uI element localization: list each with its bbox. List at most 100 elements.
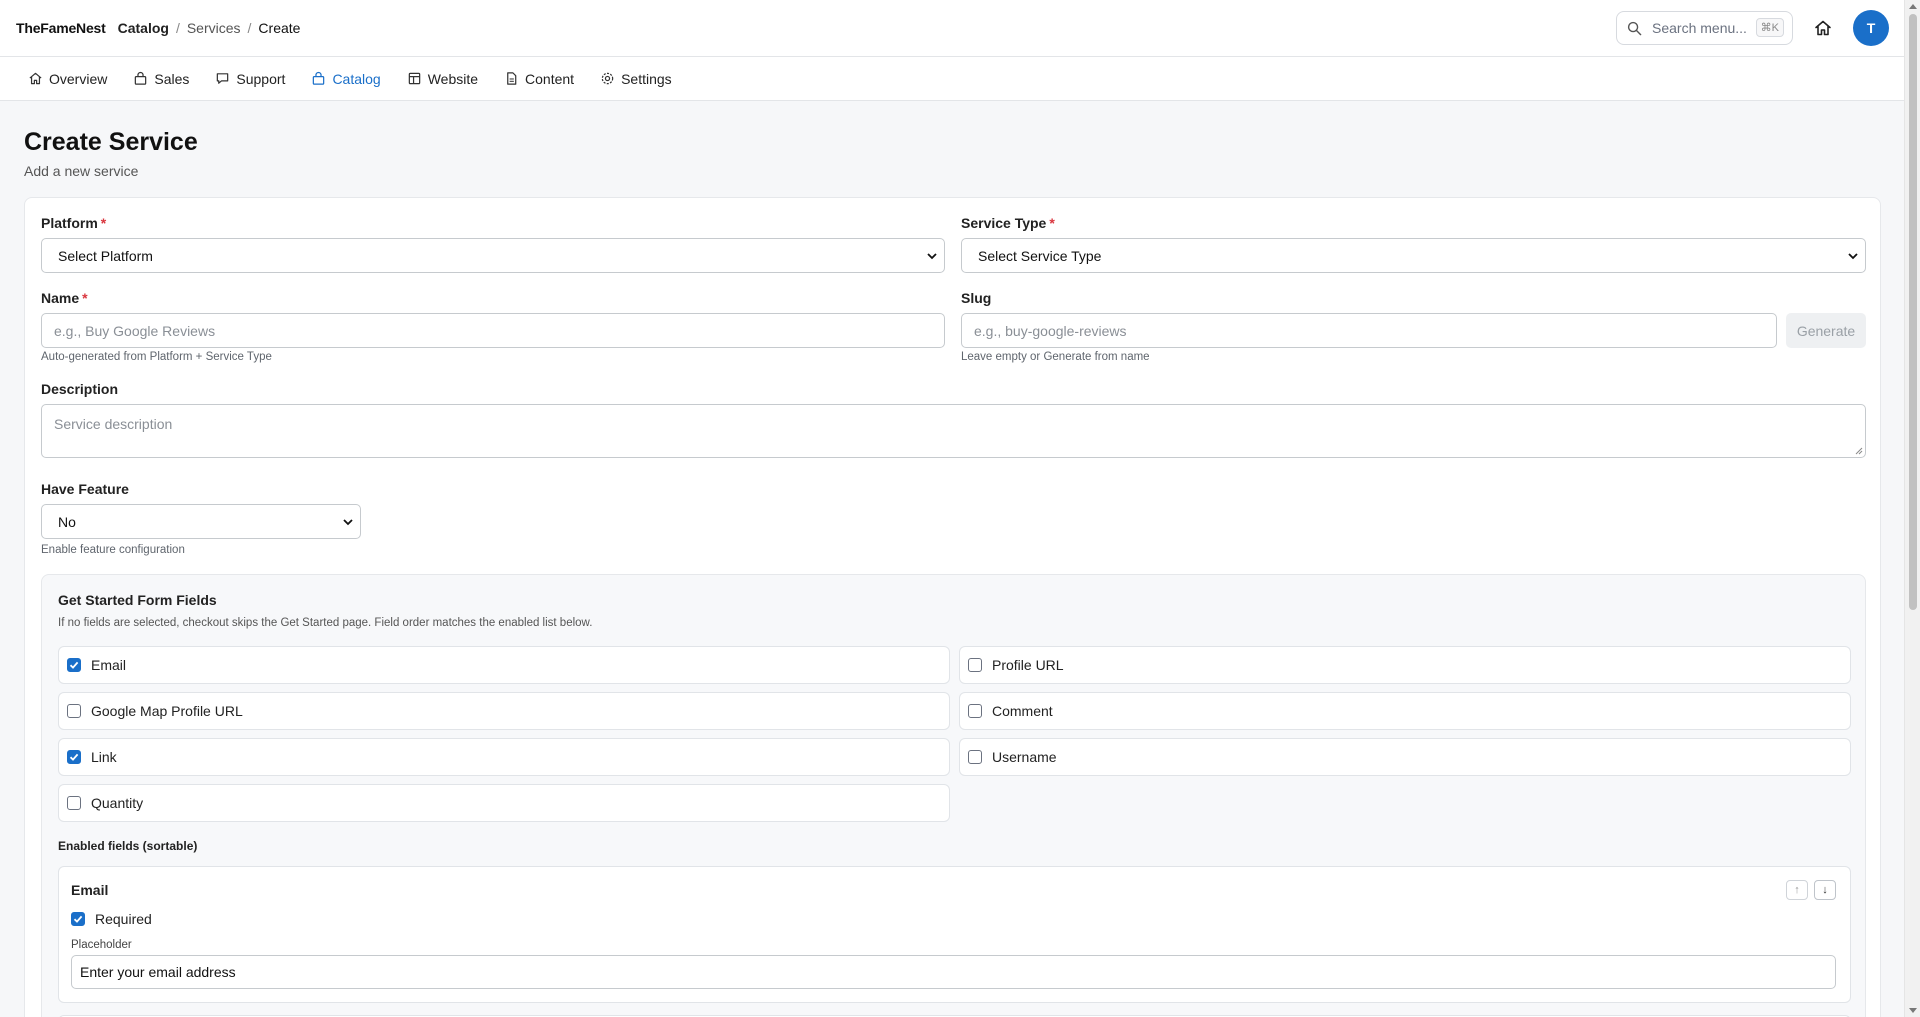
move-up-button[interactable]: ↑ [1786, 880, 1808, 900]
page-subtitle: Add a new service [24, 163, 139, 179]
tab-catalog[interactable]: Catalog [311, 57, 381, 101]
checkbox-unchecked[interactable] [67, 704, 81, 718]
tab-overview[interactable]: Overview [28, 57, 107, 101]
breadcrumb-separator: / [175, 20, 180, 36]
breadcrumb-services[interactable]: Services [187, 20, 241, 36]
option-label: Profile URL [992, 657, 1064, 673]
bag-icon [135, 71, 147, 85]
brand-name[interactable]: TheFameNest [16, 20, 106, 36]
platform-label: Platform * [41, 215, 107, 231]
option-label: Username [992, 749, 1057, 765]
breadcrumb-separator: / [247, 20, 252, 36]
required-checkbox-row[interactable]: Required [71, 911, 152, 927]
enabled-field-title: Email [71, 882, 109, 898]
service-type-select-value: Select Service Type [978, 247, 1102, 264]
description-placeholder: Service description [54, 416, 173, 432]
chevron-down-icon [1848, 253, 1858, 260]
move-down-button[interactable]: ↓ [1814, 880, 1836, 900]
scroll-up-arrow-icon[interactable] [1909, 4, 1917, 9]
checkbox-unchecked[interactable] [968, 750, 982, 764]
option-label: Link [91, 749, 117, 765]
tab-label: Website [427, 70, 479, 87]
document-icon [507, 72, 517, 85]
tab-label: Content [525, 70, 575, 87]
tab-sales[interactable]: Sales [133, 57, 189, 101]
tab-content[interactable]: Content [504, 57, 574, 101]
platform-select[interactable]: Select Platform [41, 238, 945, 273]
generate-slug-button[interactable]: Generate [1786, 313, 1866, 348]
top-bar: TheFameNest Catalog / Services / Create … [0, 0, 1904, 57]
required-label: Required [95, 911, 152, 927]
check-icon [69, 661, 79, 669]
tab-label: Settings [621, 70, 672, 87]
service-type-label: Service Type * [961, 215, 1055, 231]
section-description: If no fields are selected, checkout skip… [58, 617, 593, 629]
option-label: Comment [992, 703, 1053, 719]
chevron-down-icon [343, 519, 353, 526]
name-help-text: Auto-generated from Platform + Service T… [41, 351, 272, 363]
field-option-quantity[interactable]: Quantity [58, 784, 950, 822]
home-button[interactable] [1811, 16, 1835, 40]
option-label: Google Map Profile URL [91, 703, 243, 719]
option-label: Quantity [91, 795, 144, 811]
breadcrumb-catalog[interactable]: Catalog [118, 20, 169, 36]
chevron-down-icon [927, 253, 937, 260]
required-mark: * [100, 215, 107, 231]
tab-label: Sales [154, 70, 190, 87]
have-feature-select[interactable]: No [41, 504, 361, 539]
slug-placeholder: e.g., buy-google-reviews [974, 322, 1127, 339]
bag-icon [313, 71, 325, 85]
slug-label: Slug [961, 290, 992, 306]
placeholder-label: Placeholder [71, 939, 132, 951]
service-type-select[interactable]: Select Service Type [961, 238, 1866, 273]
breadcrumb-create: Create [258, 20, 301, 36]
checkbox-checked[interactable] [67, 750, 81, 764]
resize-handle-icon[interactable] [1855, 447, 1863, 455]
field-option-comment[interactable]: Comment [959, 692, 1851, 730]
service-form-card: Platform * Select Platform Service Type * … [24, 197, 1881, 1017]
tab-support[interactable]: Support [215, 57, 285, 101]
name-input[interactable]: e.g., Buy Google Reviews [41, 313, 945, 348]
description-textarea[interactable]: Service description [41, 404, 1866, 458]
scroll-down-arrow-icon[interactable] [1909, 1008, 1917, 1013]
required-mark: * [1049, 215, 1055, 231]
slug-input[interactable]: e.g., buy-google-reviews [961, 313, 1777, 348]
chat-icon [217, 73, 229, 84]
search-menu-input[interactable]: Search menu... ⌘K [1616, 11, 1793, 45]
field-option-profile-url[interactable]: Profile URL [959, 646, 1851, 684]
field-option-link[interactable]: Link [58, 738, 950, 776]
main-nav: Overview Sales Support Catalog Website C… [0, 57, 1904, 101]
placeholder-input[interactable]: Enter your email address [71, 955, 1836, 989]
required-mark: * [82, 290, 88, 306]
breadcrumb: Catalog / Services / Create [118, 20, 301, 36]
field-option-google-map-profile-url[interactable]: Google Map Profile URL [58, 692, 950, 730]
checkbox-unchecked[interactable] [968, 704, 982, 718]
tab-label: Overview [49, 70, 108, 87]
tab-label: Support [236, 70, 286, 87]
have-feature-select-value: No [58, 513, 76, 530]
slug-help-text: Leave empty or Generate from name [961, 351, 1150, 363]
enabled-field-email: Email ↑ ↓ Required Placeholder Enter you… [58, 866, 1851, 1003]
enabled-fields-label: Enabled fields (sortable) [58, 839, 198, 853]
search-placeholder: Search menu... [1652, 20, 1747, 36]
tab-label: Catalog [332, 70, 381, 87]
home-icon [29, 72, 42, 85]
checkbox-checked[interactable] [71, 912, 85, 926]
name-label: Name * [41, 290, 88, 306]
option-label: Email [91, 657, 127, 673]
field-option-email[interactable]: Email [58, 646, 950, 684]
scrollbar-thumb[interactable] [1909, 14, 1917, 610]
checkbox-unchecked[interactable] [968, 658, 982, 672]
search-shortcut: ⌘K [1755, 18, 1784, 37]
have-feature-label: Have Feature [41, 481, 129, 497]
name-placeholder: e.g., Buy Google Reviews [54, 322, 216, 339]
checkbox-unchecked[interactable] [67, 796, 81, 810]
section-title: Get Started Form Fields [58, 592, 217, 608]
tab-website[interactable]: Website [407, 57, 478, 101]
field-option-username[interactable]: Username [959, 738, 1851, 776]
tab-settings[interactable]: Settings [600, 57, 672, 101]
layout-icon [408, 72, 420, 85]
checkbox-checked[interactable] [67, 658, 81, 672]
page-scrollbar[interactable] [1904, 0, 1920, 1017]
avatar[interactable]: T [1853, 10, 1889, 46]
